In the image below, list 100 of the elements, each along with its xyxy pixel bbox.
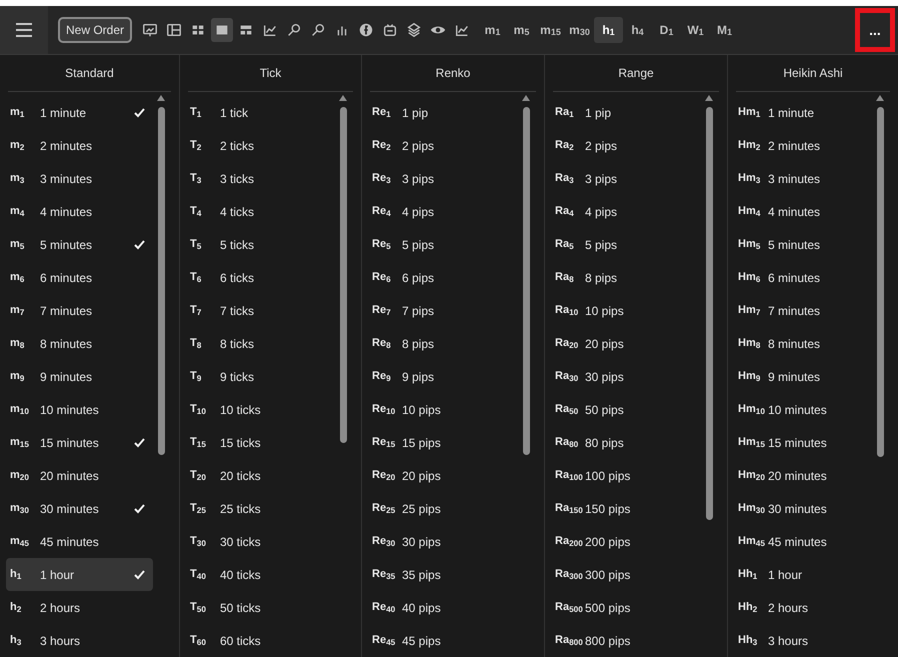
timeframe-item[interactable]: T$_{7}$ 7 ticks bbox=[186, 294, 335, 327]
timeframe-item[interactable]: T$_{15}$ 15 ticks bbox=[186, 426, 335, 459]
timeframe-item[interactable]: m$_{7}$ 7 minutes bbox=[6, 294, 153, 327]
timeframe-item[interactable]: T$_{2}$ 2 ticks bbox=[186, 129, 335, 162]
timeframe-item[interactable]: T$_{25}$ 25 ticks bbox=[186, 492, 335, 525]
timeframe-item[interactable]: Hm$_{15}$ 15 minutes bbox=[734, 426, 872, 459]
timeframe-item[interactable]: Ra$_{100}$ 100 pips bbox=[551, 459, 701, 492]
timeframe-item[interactable]: Hm$_{6}$ 6 minutes bbox=[734, 261, 872, 294]
timeframe-item[interactable]: Hm$_{45}$ 45 minutes bbox=[734, 525, 872, 558]
timeframe-item[interactable]: Ra$_{4}$ 4 pips bbox=[551, 195, 701, 228]
timeframe-item[interactable]: T$_{1}$ 1 tick bbox=[186, 96, 335, 129]
timeframe-button[interactable]: h$_{1}$ bbox=[594, 17, 624, 43]
timeframe-item[interactable]: Ra$_{5}$ 5 pips bbox=[551, 228, 701, 261]
timeframe-item[interactable]: Ra$_{30}$ 30 pips bbox=[551, 360, 701, 393]
timeframe-item[interactable]: m$_{30}$ 30 minutes bbox=[6, 492, 153, 525]
timeframe-item[interactable]: m$_{2}$ 2 minutes bbox=[6, 129, 153, 162]
timeframe-item[interactable]: Re$_{1}$ 1 pip bbox=[368, 96, 518, 129]
timeframe-item[interactable]: T$_{8}$ 8 ticks bbox=[186, 327, 335, 360]
scrollbar-thumb[interactable] bbox=[340, 107, 346, 443]
timeframe-item[interactable]: Re$_{15}$ 15 pips bbox=[368, 426, 518, 459]
new-order-button[interactable]: New Order bbox=[58, 17, 132, 43]
timeframe-item[interactable]: Re$_{45}$ 45 pips bbox=[368, 624, 518, 657]
timeframe-item[interactable]: Hm$_{2}$ 2 minutes bbox=[734, 129, 872, 162]
timeframe-button[interactable]: m$_{1}$ bbox=[478, 17, 508, 43]
timeframe-button[interactable]: M$_{1}$ bbox=[710, 17, 740, 43]
timeframe-item[interactable]: Re$_{7}$ 7 pips bbox=[368, 294, 518, 327]
timeframe-button[interactable]: m$_{30}$ bbox=[565, 17, 594, 43]
timeframe-item[interactable]: Hh$_{3}$ 3 hours bbox=[734, 624, 872, 657]
scrollbar-thumb[interactable] bbox=[706, 107, 712, 520]
timeframe-item[interactable]: T$_{30}$ 30 ticks bbox=[186, 525, 335, 558]
timeframe-item[interactable]: Ra$_{80}$ 80 pips bbox=[551, 426, 701, 459]
timeframe-item[interactable]: T$_{4}$ 4 ticks bbox=[186, 195, 335, 228]
timeframe-item[interactable]: Re$_{35}$ 35 pips bbox=[368, 558, 518, 591]
timeframe-item[interactable]: Ra$_{200}$ 200 pips bbox=[551, 525, 701, 558]
timeframe-item[interactable]: Re$_{8}$ 8 pips bbox=[368, 327, 518, 360]
timeframe-item[interactable]: Hm$_{3}$ 3 minutes bbox=[734, 162, 872, 195]
timeframe-item[interactable]: Hh$_{1}$ 1 hour bbox=[734, 558, 872, 591]
scroll-up-icon[interactable] bbox=[339, 95, 347, 101]
timeframe-item[interactable]: Ra$_{8}$ 8 pips bbox=[551, 261, 701, 294]
timeframe-item[interactable]: Hh$_{2}$ 2 hours bbox=[734, 591, 872, 624]
timeframe-item[interactable]: Re$_{30}$ 30 pips bbox=[368, 525, 518, 558]
timeframe-item[interactable]: Re$_{4}$ 4 pips bbox=[368, 195, 518, 228]
timeframe-item[interactable]: m$_{4}$ 4 minutes bbox=[6, 195, 153, 228]
timeframe-item[interactable]: m$_{5}$ 5 minutes bbox=[6, 228, 153, 261]
timeframe-item[interactable]: Ra$_{2}$ 2 pips bbox=[551, 129, 701, 162]
timeframe-item[interactable]: Ra$_{300}$ 300 pips bbox=[551, 558, 701, 591]
timeframe-item[interactable]: Ra$_{1}$ 1 pip bbox=[551, 96, 701, 129]
timeframe-item[interactable]: Hm$_{5}$ 5 minutes bbox=[734, 228, 872, 261]
timeframe-item[interactable]: Re$_{3}$ 3 pips bbox=[368, 162, 518, 195]
timeframe-item[interactable]: Re$_{20}$ 20 pips bbox=[368, 459, 518, 492]
timeframe-item[interactable]: T$_{3}$ 3 ticks bbox=[186, 162, 335, 195]
timeframe-button[interactable]: m$_{15}$ bbox=[536, 17, 566, 43]
timeframe-item[interactable]: Hm$_{10}$ 10 minutes bbox=[734, 393, 872, 426]
timeframe-item[interactable]: T$_{60}$ 60 ticks bbox=[186, 624, 335, 657]
scroll-up-icon[interactable] bbox=[157, 95, 165, 101]
timeframe-item[interactable]: T$_{20}$ 20 ticks bbox=[186, 459, 335, 492]
timeframe-item[interactable]: h$_{2}$ 2 hours bbox=[6, 591, 153, 624]
timeframe-button[interactable]: m$_{5}$ bbox=[507, 17, 536, 43]
toolbar-button[interactable] bbox=[211, 18, 234, 42]
timeframe-item[interactable]: Re$_{10}$ 10 pips bbox=[368, 393, 518, 426]
timeframe-item[interactable]: Re$_{5}$ 5 pips bbox=[368, 228, 518, 261]
timeframe-item[interactable]: h$_{3}$ 3 hours bbox=[6, 624, 153, 657]
timeframe-item[interactable]: Ra$_{150}$ 150 pips bbox=[551, 492, 701, 525]
scrollbar-thumb[interactable] bbox=[522, 107, 530, 455]
scrollbar-thumb[interactable] bbox=[876, 107, 884, 457]
timeframe-item[interactable]: Hm$_{8}$ 8 minutes bbox=[734, 327, 872, 360]
timeframe-button[interactable]: h$_{4}$ bbox=[623, 17, 652, 43]
timeframe-item[interactable]: Ra$_{50}$ 50 pips bbox=[551, 393, 701, 426]
timeframe-item[interactable]: Ra$_{20}$ 20 pips bbox=[551, 327, 701, 360]
timeframe-item[interactable]: Re$_{25}$ 25 pips bbox=[368, 492, 518, 525]
timeframe-item[interactable]: Ra$_{500}$ 500 pips bbox=[551, 591, 701, 624]
scrollbar-thumb[interactable] bbox=[158, 107, 164, 455]
timeframe-item[interactable]: m$_{10}$ 10 minutes bbox=[6, 393, 153, 426]
timeframe-item[interactable]: Ra$_{10}$ 10 pips bbox=[551, 294, 701, 327]
scroll-up-icon[interactable] bbox=[876, 95, 884, 101]
timeframe-item[interactable]: Hm$_{20}$ 20 minutes bbox=[734, 459, 872, 492]
timeframe-item[interactable]: Hm$_{4}$ 4 minutes bbox=[734, 195, 872, 228]
timeframe-item[interactable]: m$_{3}$ 3 minutes bbox=[6, 162, 153, 195]
timeframe-item[interactable]: Re$_{40}$ 40 pips bbox=[368, 591, 518, 624]
timeframe-item[interactable]: m$_{15}$ 15 minutes bbox=[6, 426, 153, 459]
timeframe-item[interactable]: T$_{50}$ 50 ticks bbox=[186, 591, 335, 624]
timeframe-item[interactable]: T$_{6}$ 6 ticks bbox=[186, 261, 335, 294]
timeframe-item[interactable]: Ra$_{800}$ 800 pips bbox=[551, 624, 701, 657]
timeframe-item[interactable]: Hm$_{1}$ 1 minute bbox=[734, 96, 872, 129]
timeframe-item[interactable]: T$_{9}$ 9 ticks bbox=[186, 360, 335, 393]
timeframe-item[interactable]: Ra$_{3}$ 3 pips bbox=[551, 162, 701, 195]
timeframe-item[interactable]: m$_{20}$ 20 minutes bbox=[6, 459, 153, 492]
timeframe-item[interactable]: T$_{10}$ 10 ticks bbox=[186, 393, 335, 426]
scroll-up-icon[interactable] bbox=[522, 95, 530, 101]
timeframe-item[interactable]: m$_{8}$ 8 minutes bbox=[6, 327, 153, 360]
timeframe-item[interactable]: m$_{9}$ 9 minutes bbox=[6, 360, 153, 393]
timeframe-item[interactable]: m$_{6}$ 6 minutes bbox=[6, 261, 153, 294]
timeframe-item[interactable]: Re$_{9}$ 9 pips bbox=[368, 360, 518, 393]
timeframe-item[interactable]: Hm$_{30}$ 30 minutes bbox=[734, 492, 872, 525]
timeframe-item[interactable]: Re$_{2}$ 2 pips bbox=[368, 129, 518, 162]
timeframe-item[interactable]: h$_{1}$ 1 hour bbox=[6, 558, 153, 591]
timeframe-button[interactable]: W$_{1}$ bbox=[681, 17, 710, 43]
scroll-up-icon[interactable] bbox=[705, 95, 713, 101]
timeframe-item[interactable]: T$_{5}$ 5 ticks bbox=[186, 228, 335, 261]
timeframe-item[interactable]: Hm$_{9}$ 9 minutes bbox=[734, 360, 872, 393]
